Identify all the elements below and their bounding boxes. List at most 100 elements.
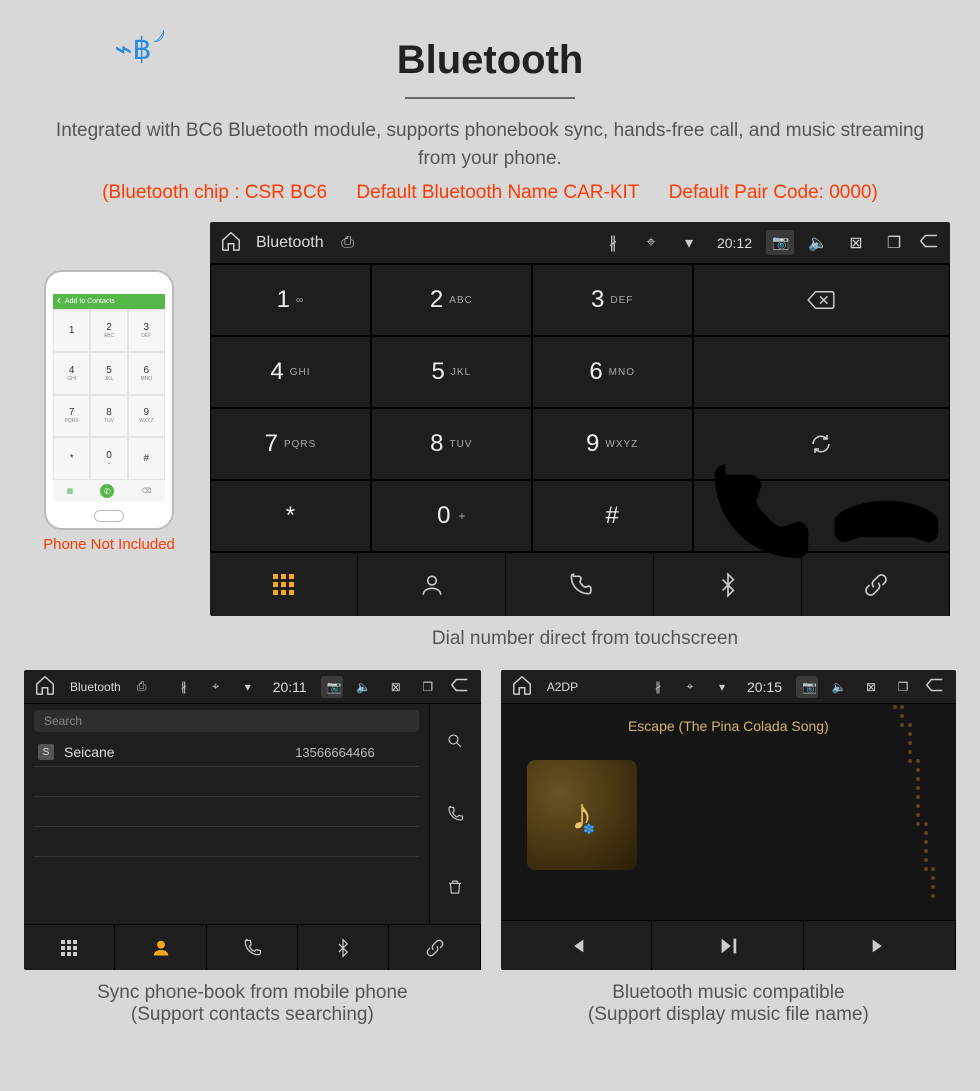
key-7[interactable]: 7PQRS <box>210 408 371 480</box>
media-controls <box>501 920 956 970</box>
contacts-panel: Bluetooth ⎙ ∦ ⌖ ▾ 20:11 📷 🔈 ⊠ ❐ Search S <box>24 670 481 970</box>
spec-line: (Bluetooth chip : CSR BC6 Default Blueto… <box>0 182 980 204</box>
phone-mock-keypad: 12ABC3DEF4GHI5JKL6MNO7PQRS8TUV9WXYZ*0+# <box>53 309 165 480</box>
title-rule <box>405 97 575 99</box>
tab-contacts[interactable] <box>358 553 506 616</box>
tab-bt-settings[interactable] <box>654 553 802 616</box>
key-0[interactable]: 0+ <box>371 480 532 552</box>
key-9[interactable]: 9WXYZ <box>532 408 693 480</box>
home-icon[interactable] <box>511 674 533 699</box>
play-pause-button[interactable] <box>652 921 804 970</box>
key-hash[interactable]: # <box>532 480 693 552</box>
screenshot-icon[interactable]: 📷 <box>321 676 343 698</box>
phone-not-included-note: Phone Not Included <box>24 536 194 553</box>
bottom-tab-bar <box>210 552 950 616</box>
phone-mock-topbar: Add to Contacts <box>65 298 115 305</box>
close-icon[interactable]: ⊠ <box>842 233 870 253</box>
recents-icon[interactable]: ❐ <box>880 233 908 253</box>
key-3[interactable]: 3DEF <box>532 264 693 336</box>
contact-number: 13566664466 <box>295 745 375 760</box>
location-icon: ⌖ <box>637 234 665 252</box>
phone-mock-back-icon: ⌫ <box>142 487 152 495</box>
screenshot-icon[interactable]: 📷 <box>796 676 818 698</box>
side-search-button[interactable] <box>430 704 481 777</box>
search-input[interactable]: Search <box>34 710 419 732</box>
key-1[interactable]: 1∞ <box>210 264 371 336</box>
location-icon: ⌖ <box>205 679 227 694</box>
statusbar-title: Bluetooth <box>256 234 324 252</box>
spec-pair: Default Pair Code: 0000) <box>669 182 878 203</box>
spec-name: Default Bluetooth Name CAR-KIT <box>356 182 639 203</box>
screenshot-icon[interactable]: 📷 <box>766 230 794 255</box>
key-2[interactable]: 2ABC <box>371 264 532 336</box>
key-4[interactable]: 4GHI <box>210 336 371 408</box>
statusbar-time: 20:11 <box>273 679 307 695</box>
lead-text: Integrated with BC6 Bluetooth module, su… <box>0 117 980 172</box>
bluetooth-status-icon: ∦ <box>647 680 669 694</box>
phone-mock-home-button <box>94 510 124 522</box>
tab-contacts[interactable] <box>115 925 206 970</box>
wifi-icon: ▾ <box>711 680 733 694</box>
bluetooth-status-icon: ∦ <box>599 233 627 253</box>
contacts-side-actions <box>429 704 481 924</box>
tab-pair[interactable] <box>389 925 480 970</box>
contact-row[interactable]: S Seicane 13566664466 <box>34 738 419 767</box>
back-icon[interactable] <box>918 230 940 255</box>
contact-name: Seicane <box>64 744 115 760</box>
contact-badge: S <box>38 744 54 760</box>
back-icon[interactable] <box>924 674 946 699</box>
a2dp-body: Escape (The Pina Colada Song) ♪ <box>501 704 956 920</box>
a2dp-panel: A2DP ∦ ⌖ ▾ 20:15 📷 🔈 ⊠ ❐ Escape (The Pin… <box>501 670 956 970</box>
statusbar-title: A2DP <box>547 680 578 694</box>
prev-track-button[interactable] <box>501 921 653 970</box>
bottom-tab-bar <box>24 924 481 970</box>
home-icon[interactable] <box>34 674 56 699</box>
dialer-panel: Bluetooth ⎙ ∦ ⌖ ▾ 20:12 📷 🔈 ⊠ ❐ 1∞ 2ABC … <box>210 222 950 616</box>
tab-call-log[interactable] <box>506 553 654 616</box>
statusbar-time: 20:15 <box>747 679 782 695</box>
recents-icon[interactable]: ❐ <box>892 680 914 694</box>
bluetooth-status-icon: ∦ <box>173 680 195 694</box>
side-delete-button[interactable] <box>430 851 481 924</box>
key-spacer-r2 <box>693 336 950 408</box>
volume-icon[interactable]: 🔈 <box>828 680 850 694</box>
phone-mock-column: ⌁฿ ⦆ Add to Contacts 12ABC3DEF4GHI5JKL6M… <box>24 222 194 553</box>
home-icon[interactable] <box>220 230 242 255</box>
contacts-caption: Sync phone-book from mobile phone (Suppo… <box>24 970 481 1026</box>
statusbar-title: Bluetooth <box>70 680 121 694</box>
statusbar-time: 20:12 <box>717 235 752 251</box>
phone-mock-keypad-icon: ▦ <box>67 487 74 495</box>
track-title: Escape (The Pina Colada Song) <box>501 718 956 734</box>
tab-call-log[interactable] <box>207 925 298 970</box>
dialer-caption: Dial number direct from touchscreen <box>190 616 980 650</box>
key-6[interactable]: 6MNO <box>532 336 693 408</box>
wifi-icon: ▾ <box>675 233 703 253</box>
backspace-button[interactable] <box>693 264 950 336</box>
tab-pair[interactable] <box>802 553 950 616</box>
key-5[interactable]: 5JKL <box>371 336 532 408</box>
volume-icon[interactable]: 🔈 <box>353 680 375 694</box>
location-icon: ⌖ <box>679 679 701 694</box>
status-bar: Bluetooth ⎙ ∦ ⌖ ▾ 20:12 📷 🔈 ⊠ ❐ <box>210 222 950 264</box>
wifi-icon: ▾ <box>237 680 259 694</box>
spec-chip: (Bluetooth chip : CSR BC6 <box>102 182 327 203</box>
close-icon[interactable]: ⊠ <box>385 680 407 694</box>
a2dp-caption: Bluetooth music compatible (Support disp… <box>501 970 956 1026</box>
call-buttons-cell <box>693 480 950 552</box>
next-track-button[interactable] <box>804 921 956 970</box>
recents-icon[interactable]: ❐ <box>417 680 439 694</box>
tab-bt-settings[interactable] <box>298 925 389 970</box>
tab-dialpad[interactable] <box>210 553 358 616</box>
volume-icon[interactable]: 🔈 <box>804 233 832 253</box>
tab-dialpad[interactable] <box>24 925 115 970</box>
back-icon[interactable] <box>449 674 471 699</box>
bluetooth-icon: ⌁฿ ⦆ <box>110 32 156 78</box>
music-note-icon: ♪ <box>571 790 593 840</box>
key-8[interactable]: 8TUV <box>371 408 532 480</box>
status-bar: Bluetooth ⎙ ∦ ⌖ ▾ 20:11 📷 🔈 ⊠ ❐ <box>24 670 481 704</box>
close-icon[interactable]: ⊠ <box>860 680 882 694</box>
equalizer-visual <box>661 764 936 900</box>
key-star[interactable]: * <box>210 480 371 552</box>
side-call-button[interactable] <box>430 777 481 850</box>
status-bar: A2DP ∦ ⌖ ▾ 20:15 📷 🔈 ⊠ ❐ <box>501 670 956 704</box>
